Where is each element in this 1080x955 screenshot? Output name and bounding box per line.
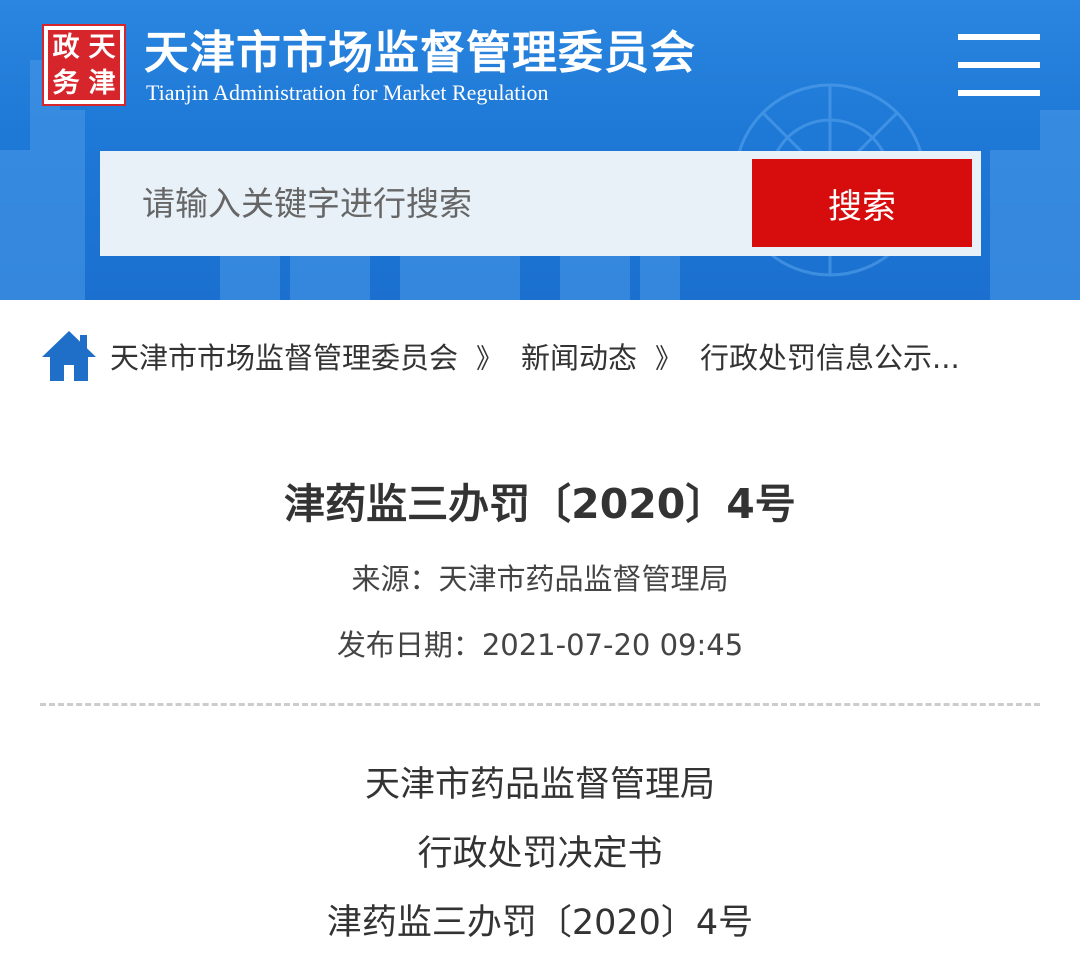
- search-bar: 搜索: [100, 151, 981, 256]
- article-body-line: 津药监三办罚〔2020〕4号: [326, 903, 754, 943]
- site-title[interactable]: 天津市市场监督管理委员会: [144, 16, 696, 81]
- site-header: 政 天 务 津 天津市市场监督管理委员会 Tianjin Administrat…: [0, 0, 1080, 300]
- article-source: 来源：天津市药品监督管理局: [351, 562, 729, 596]
- site-subtitle: Tianjin Administration for Market Regula…: [146, 80, 549, 105]
- breadcrumb-separator: 》: [655, 343, 683, 375]
- article-body-line: 天津市药品监督管理局: [364, 765, 715, 805]
- seal-char: 政: [52, 32, 80, 63]
- hamburger-menu-icon[interactable]: [958, 34, 1040, 98]
- seal-char: 津: [88, 68, 116, 99]
- breadcrumb-item-home[interactable]: 天津市市场监督管理委员会: [110, 335, 458, 377]
- article-body-line: 行政处罚决定书: [417, 834, 663, 874]
- seal-char: 务: [52, 68, 80, 99]
- home-icon[interactable]: [40, 329, 98, 383]
- search-button[interactable]: 搜索: [752, 159, 972, 247]
- site-logo-seal[interactable]: 政 天 务 津: [42, 24, 126, 106]
- article-title: 津药监三办罚〔2020〕4号: [284, 480, 796, 528]
- search-input[interactable]: [142, 171, 742, 235]
- divider: [40, 703, 1040, 706]
- seal-char: 天: [88, 32, 116, 63]
- breadcrumb-item-penalty-info[interactable]: 行政处罚信息公示...: [700, 335, 960, 377]
- breadcrumb-item-news[interactable]: 新闻动态: [521, 335, 637, 377]
- breadcrumb-separator: 》: [476, 343, 504, 375]
- breadcrumb: 天津市市场监督管理委员会 》 新闻动态 》 行政处罚信息公示...: [40, 326, 1050, 386]
- article-date: 发布日期：2021-07-20 09:45: [336, 628, 744, 662]
